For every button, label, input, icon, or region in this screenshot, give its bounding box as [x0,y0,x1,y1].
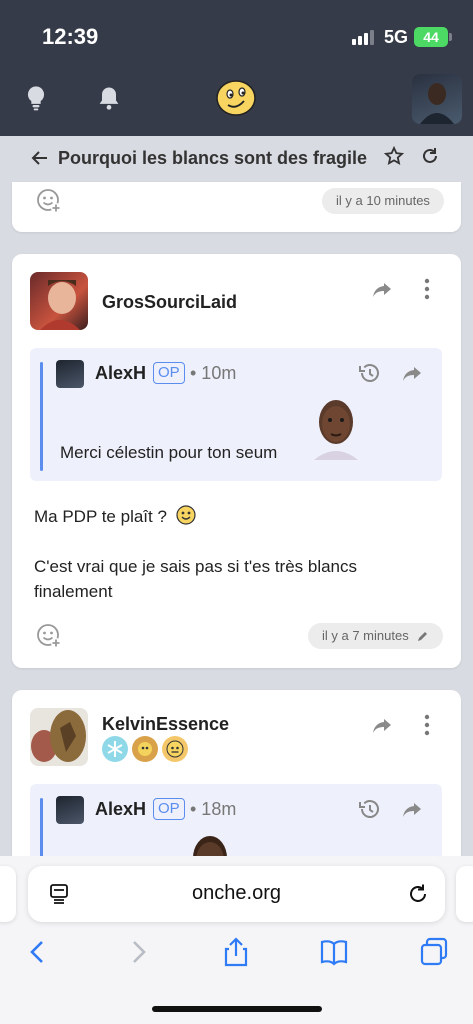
quote-share-icon[interactable] [400,798,424,822]
snowflake-badge [102,736,128,762]
quote-author[interactable]: AlexH [95,363,146,384]
post-card: il y a 10 minutes [12,182,461,232]
bookmarks-icon[interactable] [318,936,350,968]
smiley-icon [176,505,196,525]
op-badge: OP [153,798,185,820]
username[interactable]: KelvinEssence [102,714,229,735]
lightbulb-icon[interactable] [22,84,50,112]
post-card: GrosSourciLaid AlexH OP • 10m Merci céle… [12,254,461,668]
topic-title: Pourquoi les blancs sont des fragile [58,148,368,168]
battery-level: 44 [423,29,439,45]
op-badge: OP [153,362,185,384]
avatar-photo [40,280,80,330]
signal-icon [352,30,374,45]
add-reaction-icon[interactable] [36,188,62,214]
quote-time: • 10m [190,363,237,383]
emoji-badge [162,736,188,762]
user-avatar[interactable] [30,708,88,766]
url-bar[interactable]: onche.org [28,866,445,922]
back-arrow-icon[interactable] [30,148,50,168]
status-time: 12:39 [42,24,99,49]
edit-pencil-icon [417,632,427,641]
battery-icon: 44 [414,27,452,47]
quote-avatar[interactable] [56,360,84,388]
next-tab-peek[interactable] [456,866,473,922]
username[interactable]: GrosSourciLaid [102,292,237,313]
avatar-photo [31,710,86,762]
app-header [0,70,473,136]
quote-time: • 18m [190,799,237,819]
more-options-icon[interactable] [423,714,431,736]
network-label: 5G [384,27,409,47]
more-options-icon[interactable] [423,278,431,300]
forward-icon[interactable] [122,936,154,968]
share-sheet-icon[interactable] [220,936,252,968]
profile-photo [420,83,454,124]
cartoon-badge [132,736,158,762]
post-body-text: C'est vrai que je sais pas si t'es très … [34,557,358,576]
post-body-line: Ma PDP te plaît ? [34,504,196,530]
share-icon[interactable] [370,714,394,738]
face-sticker [314,400,358,460]
previous-tab-peek[interactable] [0,866,16,922]
quote-bar [40,362,43,471]
tabs-icon[interactable] [418,936,450,968]
topic-bar: Pourquoi les blancs sont des fragile [0,136,473,182]
user-badges [102,736,188,762]
refresh-icon[interactable] [420,146,440,166]
post-time-text: il y a 7 minutes [322,628,409,643]
back-icon[interactable] [22,936,54,968]
post-body-text: Ma PDP te plaît ? [34,507,167,526]
history-icon[interactable] [357,361,381,385]
quote-avatar[interactable] [56,796,84,824]
post-time: il y a 10 minutes [322,188,444,214]
quote-author[interactable]: AlexH [95,799,146,820]
status-bar: 12:39 5G 44 [0,0,473,70]
post-body-text: finalement [34,582,113,601]
profile-avatar[interactable] [412,74,462,124]
add-reaction-icon[interactable] [36,623,62,649]
bell-icon[interactable] [95,84,123,112]
star-icon[interactable] [384,146,404,166]
share-icon[interactable] [370,278,394,302]
reload-icon[interactable] [406,882,430,906]
quote-block: AlexH OP • 10m Merci célestin pour ton s… [30,348,442,481]
quote-text: Merci célestin pour ton seum [60,443,278,462]
url-text[interactable]: onche.org [28,882,445,905]
history-icon[interactable] [357,797,381,821]
quote-share-icon[interactable] [400,362,424,386]
home-indicator[interactable] [152,1006,322,1012]
smiley-logo-icon[interactable] [216,80,256,116]
user-avatar[interactable] [30,272,88,330]
post-time: il y a 7 minutes [308,623,443,649]
